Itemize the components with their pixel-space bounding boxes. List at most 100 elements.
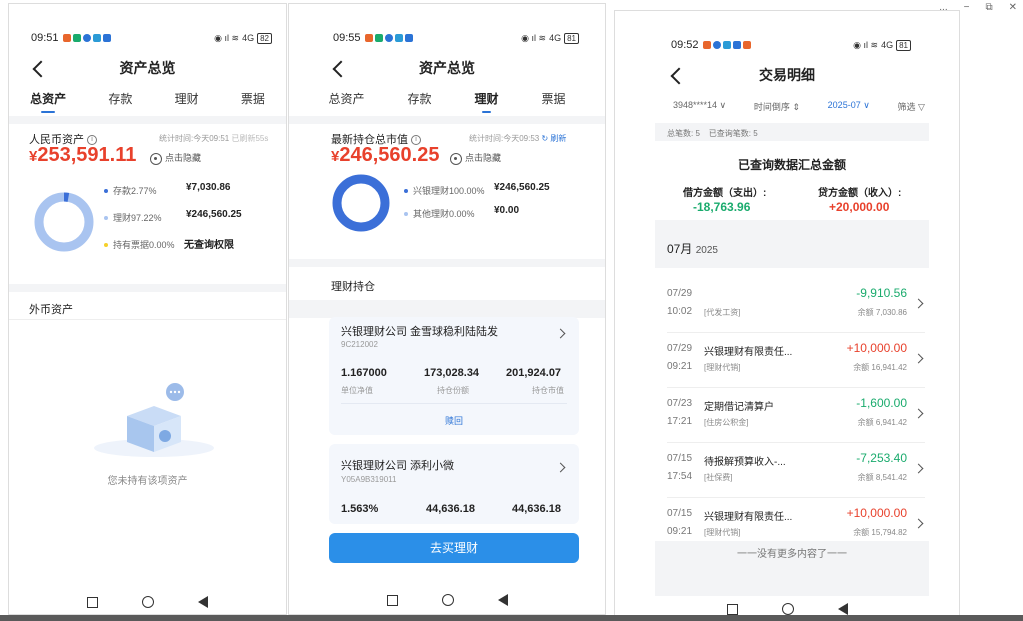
status-time: 09:55: [333, 32, 361, 44]
tx-amount: -1,600.00: [856, 396, 907, 410]
wifi-icon: ◉ ıl ≋: [521, 32, 547, 43]
taskbar: [0, 615, 1023, 621]
legend-dot: [104, 242, 108, 247]
hide-toggle[interactable]: 点击隐藏: [450, 151, 501, 165]
filter-button[interactable]: 筛选 ▽: [898, 100, 925, 113]
page-title: 资产总览: [419, 60, 475, 76]
table-row[interactable]: 07/15 17:54 待报解预算收入-... [社保费] -7,253.40 余额 8,…: [667, 443, 925, 498]
table-row[interactable]: 07/29 10:02 [代发工资] -9,910.56 余额 7,030.86: [667, 278, 925, 333]
month-filter[interactable]: 2025-07 ∨: [828, 100, 870, 113]
credit-amount: +20,000.00: [829, 200, 890, 214]
divider: [9, 116, 286, 124]
tab-total[interactable]: 总资产: [328, 90, 364, 113]
battery-icon: 81: [896, 39, 911, 51]
back-icon[interactable]: [32, 60, 50, 78]
recent-apps-icon[interactable]: [726, 603, 738, 615]
buy-wealth-button[interactable]: 去买理财: [329, 533, 579, 563]
tab-deposit[interactable]: 存款: [407, 90, 431, 113]
close-icon[interactable]: ✕: [1009, 2, 1017, 13]
status-time: 09:52: [671, 39, 699, 51]
phone-screen-asset-overview: 09:51 ◉ ıl ≋ 4G 82 资产总览 总资产 存款 理财 票据 人民币资产…: [8, 3, 287, 615]
no-more-text: 一一没有更多内容了一一: [737, 549, 847, 560]
recent-apps-icon[interactable]: [386, 594, 398, 606]
tx-amount: -7,253.40: [856, 451, 907, 465]
legend-bill: 持有票据0.00%: [104, 238, 175, 251]
table-row[interactable]: 07/29 09:21 兴银理财有限责任... [理财代销] +10,000.00 余额 …: [667, 333, 925, 388]
empty-box-icon: [94, 383, 214, 457]
legend-dot: [404, 188, 408, 193]
back-icon[interactable]: [670, 67, 688, 85]
tab-bill[interactable]: 票据: [541, 90, 565, 113]
empty-message: 您未持有该项资产: [107, 476, 188, 487]
tx-name: 定期借记清算户: [704, 402, 774, 413]
home-icon[interactable]: [441, 594, 454, 606]
legend-xingyin: 兴银理财100.00%: [404, 184, 485, 197]
phone-screen-transactions: 09:52 ◉ ıl ≋ 4G 81 交易明细 3948****14 ∨ 时间倒序 …: [614, 10, 960, 621]
tx-date: 07/23: [667, 398, 693, 409]
tx-balance: 余额 7,030.86: [857, 308, 907, 317]
tab-total[interactable]: 总资产: [30, 90, 66, 113]
stat-time: 统计时间:今天09:53 ↻ 刷新: [469, 134, 567, 143]
product-code: 9C212002: [341, 340, 378, 349]
divider: [289, 259, 605, 267]
recent-apps-icon[interactable]: [87, 596, 98, 608]
product-card[interactable]: 兴银理财公司 添利小微 Y05A9B319011 1.563% 44,636.1…: [329, 444, 579, 524]
chevron-right-icon: [913, 518, 924, 529]
tab-wealth[interactable]: 理财: [175, 90, 199, 113]
tab-wealth[interactable]: 理财: [474, 90, 499, 113]
tx-date: 07/29: [667, 288, 693, 299]
back-nav-icon[interactable]: [198, 596, 208, 608]
divider: [289, 116, 605, 124]
month-label: 07月 2025: [667, 242, 718, 256]
holding-shares: 173,028.34: [424, 367, 480, 379]
tx-name: 兴银理财有限责任...: [704, 512, 793, 523]
home-icon[interactable]: [781, 603, 794, 615]
tab-bar: 总资产 存款 理财 票据: [289, 90, 605, 113]
donut-chart: [34, 192, 94, 252]
product-card[interactable]: 兴银理财公司 金雪球稳利陆陆发 9C212002 1.167000 单位净值 1…: [329, 317, 579, 435]
refresh-button[interactable]: ↻ 刷新: [541, 134, 566, 143]
back-nav-icon[interactable]: [497, 594, 508, 606]
tx-name: 待报解预算收入-...: [704, 457, 786, 468]
status-bar: 09:55 ◉ ıl ≋ 4G 81: [289, 26, 605, 50]
chevron-right-icon: [913, 298, 924, 309]
tab-bill[interactable]: 票据: [241, 90, 265, 113]
tab-bar: 总资产 存款 理财 票据: [9, 90, 286, 113]
value-deposit: ¥7,030.86: [186, 182, 231, 193]
legend-deposit: 存款2.77%: [104, 184, 157, 197]
notification-icons: [702, 41, 751, 49]
system-nav-bar: [289, 584, 605, 614]
minimize-icon[interactable]: −: [964, 2, 970, 13]
product-name: 兴银理财公司 添利小微: [341, 460, 455, 472]
page-title: 资产总览: [119, 60, 176, 76]
unit-nav-label: 单位净值: [341, 386, 373, 395]
legend-other: 其他理财0.00%: [404, 207, 475, 220]
credit-label: 贷方金额（收入）:: [818, 188, 902, 199]
status-bar: 09:51 ◉ ıl ≋ 4G 82: [9, 26, 286, 50]
tx-time: 17:21: [667, 416, 693, 427]
redeem-button[interactable]: 赎回: [329, 414, 579, 427]
stat-time: 统计时间:今天09:51 已刷新55s: [159, 134, 269, 143]
hide-toggle[interactable]: 点击隐藏: [150, 151, 201, 165]
tx-balance: 余额 6,941.42: [857, 418, 907, 427]
notification-icons: [62, 34, 111, 42]
account-filter[interactable]: 3948****14 ∨: [673, 100, 726, 113]
chevron-right-icon: [913, 353, 924, 364]
legend-dot: [404, 211, 408, 216]
restore-icon[interactable]: ⧉: [985, 2, 992, 13]
back-nav-icon[interactable]: [837, 603, 848, 615]
tab-deposit[interactable]: 存款: [108, 90, 132, 113]
home-icon[interactable]: [142, 596, 154, 608]
table-row[interactable]: 07/23 17:21 定期借记清算户 [住房公积金] -1,600.00 余额 6,94…: [667, 388, 925, 443]
total-amount: ¥246,560.25: [331, 144, 440, 166]
donut-chart: [332, 174, 390, 232]
wifi-icon: ◉ ıl ≋: [853, 39, 879, 50]
system-nav-bar: [9, 586, 286, 614]
back-icon[interactable]: [332, 60, 350, 78]
status-right: ◉ ıl ≋ 4G 81: [521, 32, 579, 44]
nav-bar: 交易明细: [615, 61, 959, 89]
order-filter[interactable]: 时间倒序 ⇕: [754, 100, 800, 113]
nav-bar: 资产总览: [289, 54, 605, 82]
signal-label: 4G: [242, 33, 255, 43]
holding-shares-label: 持仓份额: [437, 386, 469, 395]
